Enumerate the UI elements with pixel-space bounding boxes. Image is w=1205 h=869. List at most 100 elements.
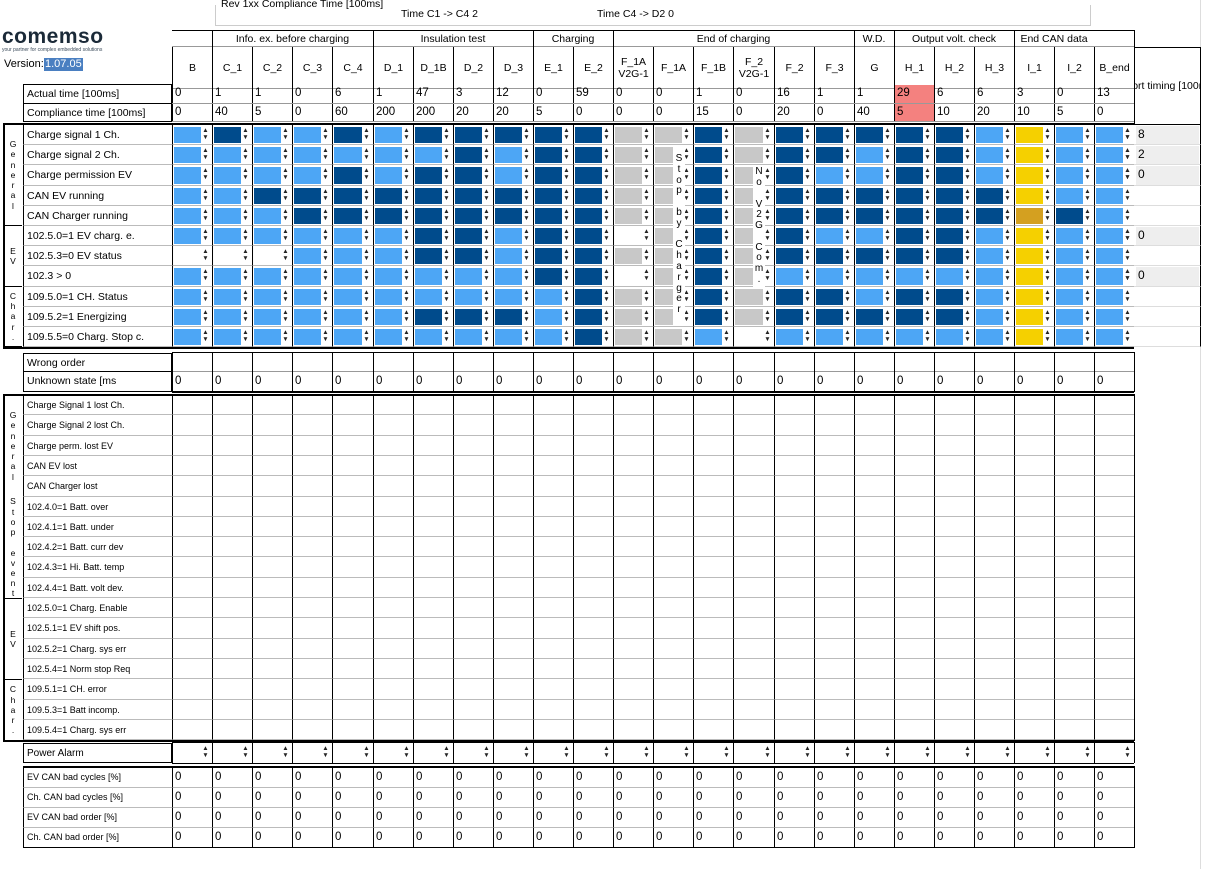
- state-swatch[interactable]: [334, 309, 362, 325]
- power-alarm-spinner[interactable]: ▲ ▼: [242, 745, 249, 760]
- state-spinner[interactable]: ▲ ▼: [242, 188, 249, 203]
- stop-event-cell[interactable]: [854, 720, 894, 740]
- spinner-up-icon[interactable]: ▲: [523, 188, 530, 195]
- stop-event-cell[interactable]: [934, 578, 974, 598]
- spinner-down-icon[interactable]: ▼: [964, 235, 971, 242]
- state-spinner[interactable]: ▲ ▼: [1044, 248, 1051, 263]
- stop-event-cell[interactable]: [774, 578, 814, 598]
- stop-event-cell[interactable]: [252, 436, 292, 456]
- spinner-up-icon[interactable]: ▲: [964, 248, 971, 255]
- state-spinner[interactable]: ▲ ▼: [1004, 147, 1011, 162]
- spinner-down-icon[interactable]: ▼: [1004, 215, 1011, 222]
- state-spinner[interactable]: ▲ ▼: [483, 329, 490, 344]
- spinner-down-icon[interactable]: ▼: [1044, 215, 1051, 222]
- spinner-up-icon[interactable]: ▲: [723, 248, 730, 255]
- stop-event-cell[interactable]: [252, 720, 292, 740]
- stop-event-cell[interactable]: [373, 720, 413, 740]
- spinner-up-icon[interactable]: ▲: [764, 127, 771, 134]
- stop-event-cell[interactable]: [974, 700, 1014, 720]
- spinner-down-icon[interactable]: ▼: [563, 174, 570, 181]
- state-spinner[interactable]: ▲ ▼: [844, 167, 851, 182]
- spinner-down-icon[interactable]: ▼: [884, 154, 891, 161]
- state-spinner[interactable]: ▲ ▼: [242, 127, 249, 142]
- stop-event-cell[interactable]: [974, 578, 1014, 598]
- state-swatch[interactable]: [495, 309, 522, 325]
- state-swatch[interactable]: [495, 289, 522, 305]
- spinner-up-icon[interactable]: ▲: [603, 127, 610, 134]
- stop-event-cell[interactable]: [573, 557, 613, 578]
- state-swatch[interactable]: [535, 248, 562, 264]
- stop-event-cell[interactable]: [814, 537, 854, 557]
- stop-event-cell[interactable]: [934, 436, 974, 456]
- stop-event-cell[interactable]: [172, 598, 212, 618]
- state-spinner[interactable]: ▲ ▼: [844, 268, 851, 283]
- state-swatch[interactable]: [776, 127, 803, 143]
- state-swatch[interactable]: [856, 208, 883, 224]
- stop-event-cell[interactable]: [292, 476, 332, 497]
- stop-event-cell[interactable]: [573, 679, 613, 700]
- state-spinner[interactable]: ▲ ▼: [403, 268, 410, 283]
- state-swatch[interactable]: [615, 329, 642, 345]
- stop-event-cell[interactable]: [172, 578, 212, 598]
- spinner-down-icon[interactable]: ▼: [483, 752, 490, 759]
- spinner-up-icon[interactable]: ▲: [964, 188, 971, 195]
- spinner-up-icon[interactable]: ▲: [563, 208, 570, 215]
- state-spinner[interactable]: ▲ ▼: [603, 167, 610, 182]
- spinner-up-icon[interactable]: ▲: [643, 745, 650, 752]
- spinner-up-icon[interactable]: ▲: [1004, 268, 1011, 275]
- state-swatch[interactable]: [1096, 188, 1123, 204]
- spinner-up-icon[interactable]: ▲: [242, 208, 249, 215]
- state-swatch[interactable]: [776, 228, 803, 244]
- state-spinner[interactable]: ▲ ▼: [924, 167, 931, 182]
- stop-event-cell[interactable]: [373, 537, 413, 557]
- stop-event-cell[interactable]: [292, 415, 332, 436]
- state-spinner[interactable]: ▲ ▼: [1084, 127, 1091, 142]
- state-spinner[interactable]: ▲ ▼: [282, 268, 289, 283]
- stop-event-cell[interactable]: [1014, 436, 1054, 456]
- spinner-down-icon[interactable]: ▼: [603, 235, 610, 242]
- state-spinner[interactable]: ▲ ▼: [1044, 268, 1051, 283]
- spinner-up-icon[interactable]: ▲: [202, 268, 209, 275]
- stop-event-cell[interactable]: [252, 557, 292, 578]
- stop-event-cell[interactable]: [693, 578, 733, 598]
- stop-event-cell[interactable]: [894, 679, 934, 700]
- state-spinner[interactable]: ▲ ▼: [322, 228, 329, 243]
- stop-event-cell[interactable]: [733, 679, 774, 700]
- state-spinner[interactable]: ▲ ▼: [603, 208, 610, 223]
- spinner-up-icon[interactable]: ▲: [403, 127, 410, 134]
- spinner-down-icon[interactable]: ▼: [723, 235, 730, 242]
- state-spinner[interactable]: ▲ ▼: [884, 289, 891, 304]
- state-swatch[interactable]: [174, 268, 201, 285]
- spinner-up-icon[interactable]: ▲: [1044, 188, 1051, 195]
- spinner-up-icon[interactable]: ▲: [804, 248, 811, 255]
- spinner-up-icon[interactable]: ▲: [723, 208, 730, 215]
- stop-event-cell[interactable]: [172, 557, 212, 578]
- spinner-down-icon[interactable]: ▼: [403, 154, 410, 161]
- spinner-down-icon[interactable]: ▼: [603, 316, 610, 323]
- stop-event-cell[interactable]: [814, 415, 854, 436]
- state-swatch[interactable]: [776, 147, 803, 163]
- state-spinner[interactable]: ▲ ▼: [563, 329, 570, 344]
- spinner-down-icon[interactable]: ▼: [964, 154, 971, 161]
- state-spinner[interactable]: ▲ ▼: [403, 309, 410, 324]
- state-swatch[interactable]: [415, 289, 442, 305]
- stop-event-cell[interactable]: [332, 395, 373, 415]
- spinner-down-icon[interactable]: ▼: [764, 134, 771, 141]
- state-spinner[interactable]: ▲ ▼: [884, 188, 891, 203]
- stop-event-cell[interactable]: [573, 497, 613, 517]
- stop-event-cell[interactable]: [774, 436, 814, 456]
- state-swatch[interactable]: [695, 248, 722, 264]
- spinner-down-icon[interactable]: ▼: [924, 752, 931, 759]
- spinner-up-icon[interactable]: ▲: [1124, 147, 1131, 154]
- state-spinner[interactable]: ▲ ▼: [804, 289, 811, 304]
- state-spinner[interactable]: ▲ ▼: [844, 188, 851, 203]
- stop-event-cell[interactable]: [332, 720, 373, 740]
- state-swatch[interactable]: [415, 268, 442, 285]
- stop-event-cell[interactable]: [1014, 700, 1054, 720]
- spinner-down-icon[interactable]: ▼: [242, 275, 249, 282]
- stop-event-cell[interactable]: [733, 476, 774, 497]
- spinner-down-icon[interactable]: ▼: [282, 752, 289, 759]
- state-spinner[interactable]: ▲ ▼: [322, 167, 329, 182]
- state-swatch[interactable]: [776, 268, 803, 285]
- state-swatch[interactable]: [816, 127, 843, 143]
